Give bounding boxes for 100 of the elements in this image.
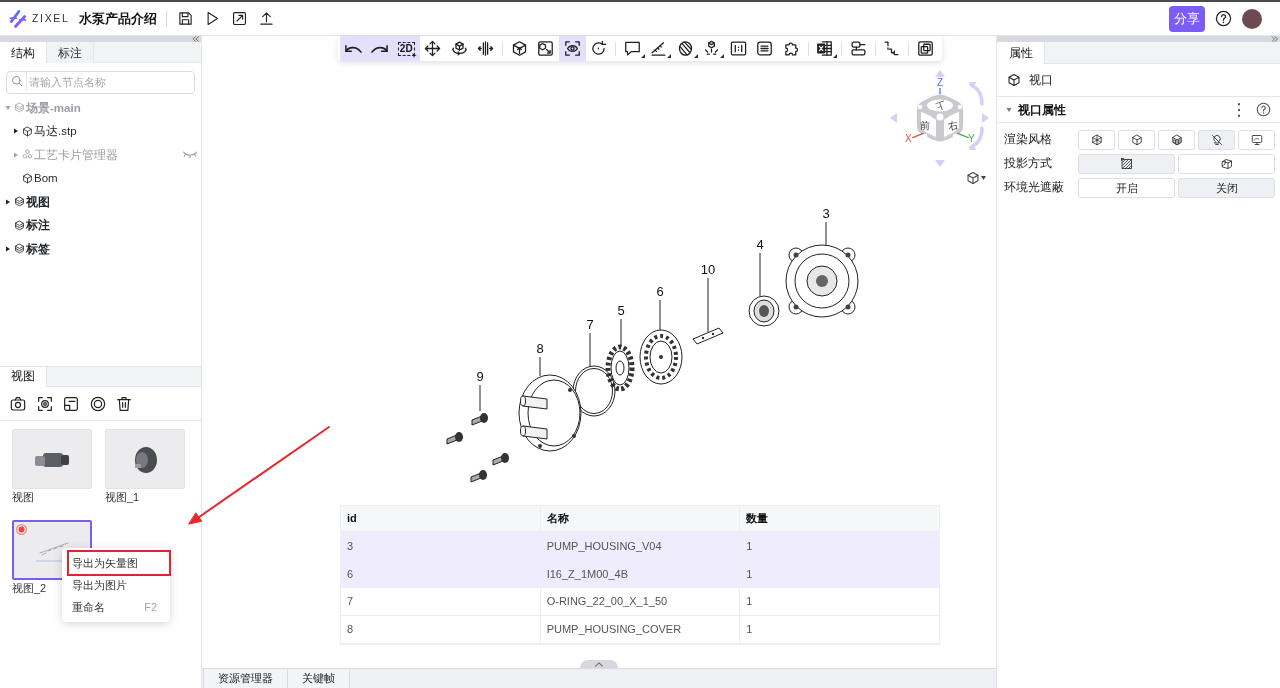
search-field[interactable]: 请输入节点名称 [6, 70, 195, 94]
export-button[interactable] [230, 9, 249, 28]
comment-button[interactable] [619, 36, 646, 61]
upload-button[interactable] [257, 9, 276, 28]
object-name: 视口 [1029, 72, 1053, 89]
cube-icon [1007, 73, 1021, 87]
align-button[interactable] [845, 36, 872, 61]
help-button[interactable] [1213, 8, 1233, 29]
rotate-icon [590, 40, 608, 57]
leader-line [707, 277, 709, 333]
menu-item[interactable]: 重命名 F2 [62, 596, 170, 618]
option-button[interactable]: 关闭 [1178, 178, 1275, 198]
callout-number: 6 [656, 283, 664, 299]
menu-item[interactable]: 导出为图片 [62, 574, 170, 596]
option-button[interactable] [1078, 130, 1115, 150]
panel-tab[interactable]: 属性 [997, 42, 1045, 64]
y-axis-line [957, 133, 969, 138]
logo-icon [8, 8, 28, 29]
bottom-tab[interactable]: 关键帧 [287, 669, 350, 688]
option-button[interactable] [1118, 130, 1155, 150]
tree-node-label[interactable]: 标签 [26, 241, 50, 256]
trash-icon [116, 395, 132, 412]
column-header[interactable]: 数量 [740, 506, 939, 531]
panel-tab[interactable]: 视图 [0, 367, 47, 387]
menu-item[interactable]: 导出为矢量图 [62, 552, 170, 574]
panel-expand-handle[interactable] [580, 660, 618, 668]
caret-right-icon[interactable] [13, 128, 19, 135]
save-button[interactable] [176, 9, 195, 28]
x-axis-line [912, 133, 924, 138]
caret-right-icon[interactable] [5, 245, 11, 252]
move-button[interactable] [419, 36, 446, 61]
callout-number: 4 [756, 236, 764, 252]
connector-button[interactable] [878, 36, 905, 61]
screw [470, 470, 487, 483]
frame-icon [63, 395, 79, 412]
rotate-button[interactable] [585, 36, 612, 61]
panel-tab[interactable]: 标注 [47, 42, 94, 63]
spreadsheet-icon [816, 40, 834, 57]
option-button[interactable] [1198, 130, 1235, 150]
table-cell-text: 1 [745, 594, 754, 610]
undo-button[interactable] [340, 36, 367, 61]
option-button[interactable] [1158, 130, 1195, 150]
tree-node-label[interactable]: 马达.stp [34, 124, 77, 139]
callout-number: 9 [476, 368, 484, 384]
view-name[interactable]: 视图 [12, 490, 92, 504]
option-button[interactable] [1078, 154, 1175, 174]
document-title: 水泵产品介绍 [78, 9, 157, 28]
leader-line [539, 356, 541, 377]
box-outline-icon [1220, 158, 1233, 170]
help-icon [1214, 10, 1232, 27]
reset-button[interactable] [89, 395, 106, 412]
help-icon [1255, 102, 1271, 117]
view-cube[interactable] [915, 93, 965, 143]
column-header[interactable]: id [341, 506, 541, 531]
spreadsheet-button[interactable] [811, 36, 838, 61]
table-cell: PUMP_HOUSING_COVER [540, 616, 741, 643]
tree-node-label[interactable]: Bom [34, 171, 58, 186]
table-row[interactable]: 7 O-RING_22_00_X_1_50 1 [341, 588, 939, 616]
share-button[interactable]: 分享 [1169, 5, 1205, 32]
bottom-tab[interactable]: 资源管理器 [203, 669, 288, 688]
caret-down-icon[interactable] [1006, 106, 1012, 113]
cube-arrow-button[interactable] [506, 36, 533, 61]
table-row[interactable]: 3 PUMP_HOUSING_V04 1 [341, 532, 939, 560]
caret-right-icon[interactable] [5, 198, 11, 205]
eye-frame-button[interactable] [559, 36, 586, 61]
2d-select-button[interactable]: 2D [393, 36, 420, 61]
delete-button[interactable] [116, 395, 132, 412]
save-icon [178, 11, 194, 26]
kebab-icon [1237, 102, 1241, 117]
leader-line [479, 384, 481, 412]
redo-icon [371, 44, 389, 53]
cube-frame-button[interactable] [532, 36, 559, 61]
light-off-icon [1210, 134, 1223, 146]
explode-cube-icon [703, 40, 721, 57]
explode-axis-button[interactable] [472, 36, 499, 61]
view-mode-button[interactable] [966, 170, 986, 186]
table-row[interactable]: 8 PUMP_HOUSING_COVER 1 [341, 616, 939, 644]
tree-node-label[interactable]: 标注 [26, 218, 50, 233]
layered-cube-icon [14, 196, 25, 208]
leader-line [759, 252, 761, 297]
callout-number: 3 [822, 205, 830, 221]
frame-button[interactable] [63, 395, 79, 412]
tree-node-label[interactable]: 视图 [26, 194, 50, 209]
record-dot-icon [16, 524, 27, 535]
column-header[interactable]: 名称 [540, 506, 741, 531]
puzzle-button[interactable] [778, 36, 805, 61]
overlay-button[interactable] [912, 36, 939, 61]
panel-tab[interactable]: 结构 [0, 42, 47, 63]
table-row[interactable]: 6 I16_Z_1M00_4B 1 [341, 560, 939, 588]
help-button[interactable] [1255, 101, 1271, 118]
view-name[interactable]: 视图_1 [105, 490, 185, 504]
property-label: 投影方式 [1004, 156, 1053, 172]
eye-closed-icon[interactable] [183, 150, 197, 159]
collapse-icon[interactable] [192, 36, 199, 42]
avatar[interactable] [1242, 8, 1262, 29]
option-button[interactable] [1238, 130, 1275, 150]
capture-button[interactable] [10, 395, 26, 412]
option-button[interactable]: 开启 [1078, 178, 1175, 198]
focus-button[interactable] [36, 395, 53, 412]
callout-number: 7 [586, 316, 594, 332]
